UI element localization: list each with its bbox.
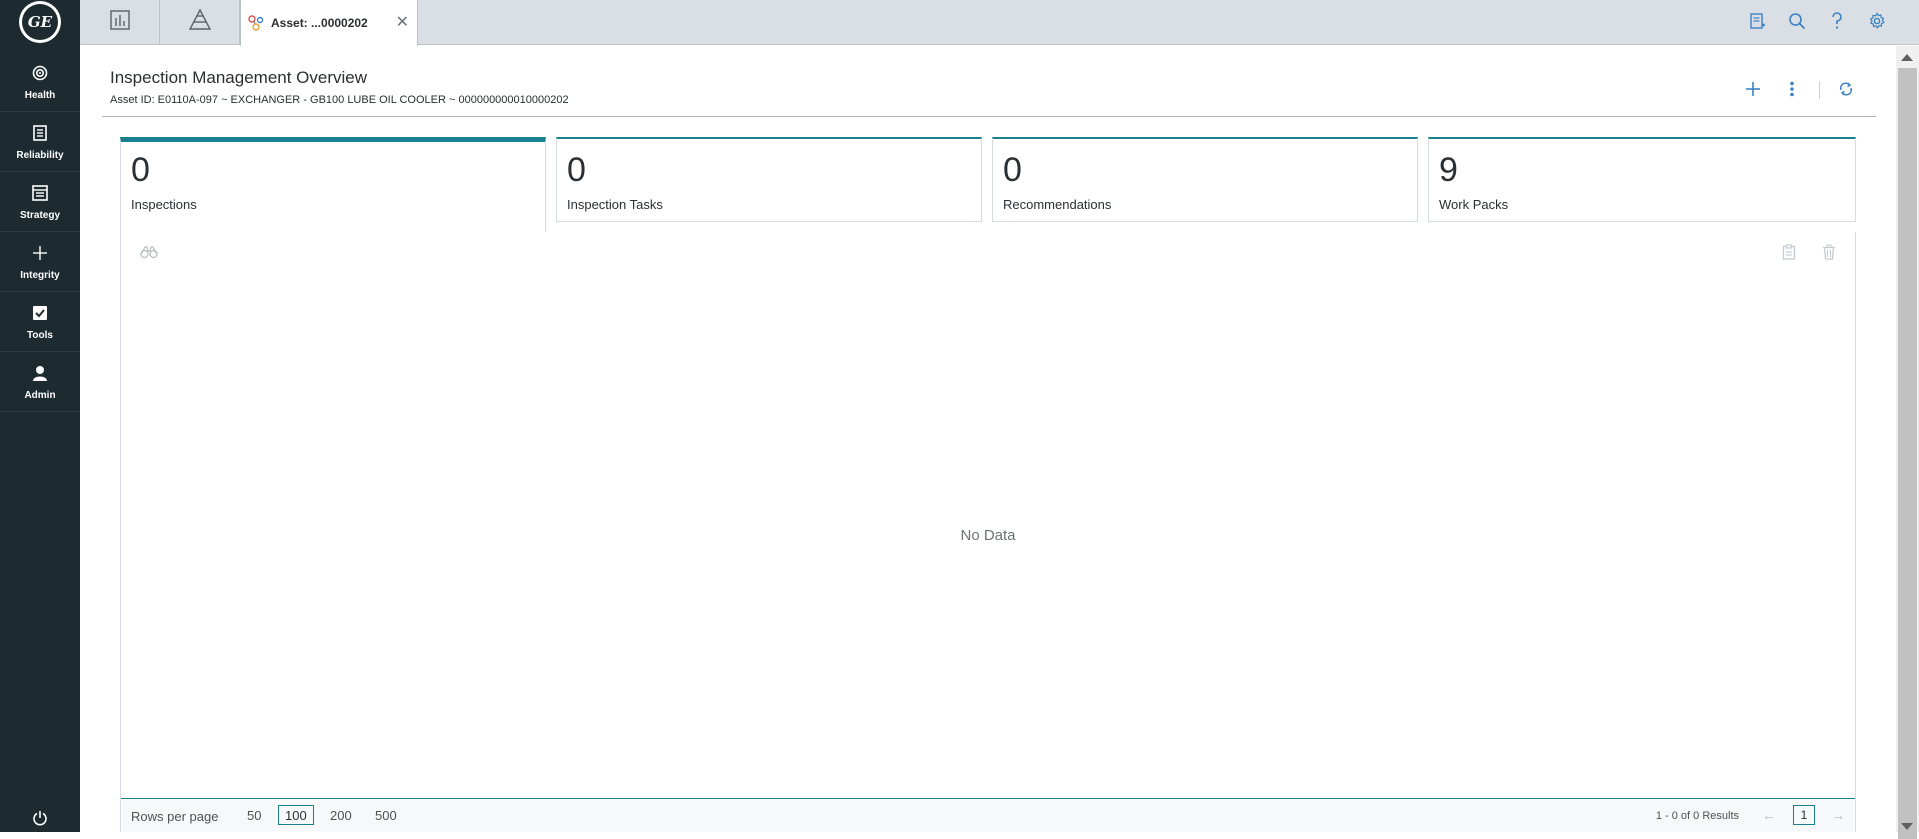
scroll-down-arrow-icon[interactable] bbox=[1901, 823, 1913, 830]
tab-asset[interactable]: Asset: ...0000202 ✕ bbox=[240, 0, 418, 46]
nav-item-tools[interactable]: Tools bbox=[0, 292, 80, 352]
rows-option-50[interactable]: 50 bbox=[241, 805, 267, 825]
ge-logo[interactable]: GE bbox=[19, 1, 61, 43]
rows-option-200[interactable]: 200 bbox=[324, 805, 358, 825]
nav-label-strategy: Strategy bbox=[19, 210, 60, 221]
nav-label-health: Health bbox=[24, 90, 56, 101]
card-inspections[interactable]: 0 Inspections bbox=[120, 137, 546, 233]
left-navigation: GE Health Reliability Strategy Integrity… bbox=[0, 0, 80, 832]
empty-state-text: No Data bbox=[960, 527, 1016, 544]
card-value: 0 bbox=[1003, 151, 1022, 189]
scroll-up-arrow-icon[interactable] bbox=[1901, 54, 1913, 61]
results-count: 1 - 0 of 0 Results bbox=[1655, 810, 1739, 822]
pyramid-icon bbox=[188, 7, 212, 37]
asset-icon bbox=[247, 14, 265, 32]
user-icon bbox=[32, 362, 48, 384]
header-rule bbox=[102, 116, 1876, 117]
gear-icon[interactable] bbox=[1865, 9, 1889, 33]
card-value: 0 bbox=[131, 151, 150, 189]
card-label: Inspection Tasks bbox=[567, 197, 663, 212]
list-icon bbox=[32, 182, 48, 204]
nav-item-health[interactable]: Health bbox=[0, 52, 80, 112]
help-icon[interactable] bbox=[1825, 9, 1849, 33]
nav-item-integrity[interactable]: Integrity bbox=[0, 232, 80, 292]
next-page-arrow-icon[interactable]: → bbox=[1831, 807, 1845, 823]
card-recommendations[interactable]: 0 Recommendations bbox=[992, 137, 1418, 222]
refresh-button[interactable] bbox=[1835, 80, 1857, 102]
data-grid: No Data Rows per page 50 100 200 500 1 -… bbox=[120, 232, 1856, 832]
target-icon bbox=[32, 62, 48, 84]
more-options-button[interactable] bbox=[1781, 80, 1803, 102]
vertical-scrollbar[interactable] bbox=[1896, 46, 1919, 839]
card-work-packs[interactable]: 9 Work Packs bbox=[1428, 137, 1856, 222]
rows-option-100[interactable]: 100 bbox=[278, 805, 314, 825]
nav-item-reliability[interactable]: Reliability bbox=[0, 112, 80, 172]
tab-hierarchy[interactable] bbox=[160, 0, 240, 44]
card-label: Inspections bbox=[131, 197, 197, 212]
power-icon[interactable] bbox=[28, 806, 52, 830]
refresh-icon bbox=[1838, 81, 1854, 102]
plus-icon bbox=[1745, 81, 1761, 102]
page-title: Inspection Management Overview bbox=[110, 68, 368, 87]
page-subtitle: Asset ID: E0110A-097 ~ EXCHANGER - GB100… bbox=[110, 94, 569, 106]
nav-label-integrity: Integrity bbox=[20, 270, 60, 281]
add-button[interactable] bbox=[1742, 80, 1764, 102]
binoculars-icon[interactable] bbox=[139, 242, 159, 262]
trash-icon[interactable] bbox=[1819, 242, 1839, 262]
page-number[interactable]: 1 bbox=[1793, 805, 1815, 825]
top-tab-bar: Asset: ...0000202 ✕ bbox=[80, 0, 1919, 46]
search-icon[interactable] bbox=[1785, 9, 1809, 33]
clipboard-icon[interactable] bbox=[1779, 242, 1799, 262]
nav-item-strategy[interactable]: Strategy bbox=[0, 172, 80, 232]
plus-icon bbox=[32, 242, 48, 264]
top-actions bbox=[1745, 9, 1889, 33]
card-inspection-tasks[interactable]: 0 Inspection Tasks bbox=[556, 137, 982, 222]
card-value: 0 bbox=[567, 151, 586, 189]
header-divider bbox=[1819, 81, 1820, 99]
scroll-thumb[interactable] bbox=[1898, 68, 1917, 839]
nav-label-admin: Admin bbox=[24, 390, 56, 401]
rows-per-page-label: Rows per page bbox=[131, 809, 219, 824]
tab-dashboard[interactable] bbox=[80, 0, 160, 44]
queue-icon[interactable] bbox=[1745, 9, 1769, 33]
tab-asset-label: Asset: ...0000202 bbox=[271, 16, 368, 30]
document-icon bbox=[33, 122, 47, 144]
nav-label-tools: Tools bbox=[27, 330, 53, 341]
close-icon[interactable]: ✕ bbox=[396, 12, 409, 32]
kebab-menu-icon bbox=[1789, 81, 1795, 102]
card-value: 9 bbox=[1439, 151, 1458, 189]
card-label: Recommendations bbox=[1003, 197, 1112, 212]
nav-label-reliability: Reliability bbox=[16, 150, 64, 161]
logo-text: GE bbox=[22, 4, 58, 40]
rows-option-500[interactable]: 500 bbox=[369, 805, 403, 825]
nav-item-admin[interactable]: Admin bbox=[0, 352, 80, 412]
card-label: Work Packs bbox=[1439, 197, 1509, 212]
chart-icon bbox=[109, 9, 131, 36]
checkbox-icon bbox=[32, 302, 48, 324]
pagination-bar: Rows per page 50 100 200 500 1 - 0 of 0 … bbox=[121, 798, 1855, 832]
previous-page-arrow-icon[interactable]: ← bbox=[1762, 807, 1776, 823]
